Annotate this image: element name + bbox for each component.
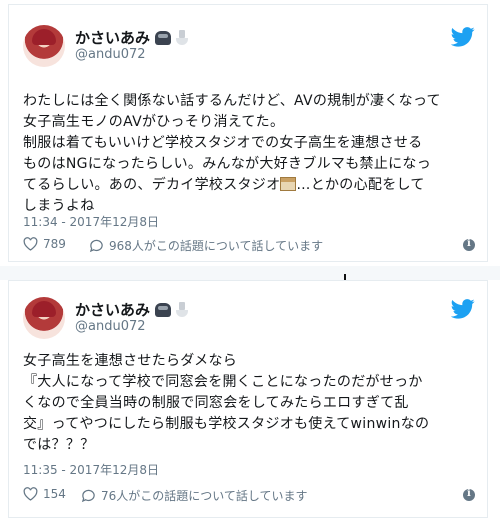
twitter-bird-icon[interactable] [451,27,475,47]
tweet-header: かさいあみ @andu072 [23,297,475,347]
timestamp[interactable]: 11:35 - 2017年12月8日 [23,461,159,478]
user-handle[interactable]: @andu072 [75,47,146,62]
like-count: 789 [43,237,66,251]
reply-link[interactable]: 968人がこの話題について話しています [89,237,323,254]
like-button[interactable]: 154 [23,487,66,501]
school-building-icon [280,177,297,191]
display-name[interactable]: かさいあみ [75,27,150,48]
tweet-divider [0,266,500,280]
car-icon [155,30,172,45]
twitter-bird-icon[interactable] [451,299,475,319]
car-icon [155,302,172,317]
avatar[interactable] [23,297,65,339]
user-handle[interactable]: @andu072 [75,319,146,334]
reply-bubble-icon [81,489,95,502]
conversation-text: 76人がこの話題について話しています [101,489,308,503]
toilet-icon [176,29,189,46]
like-count: 154 [43,487,66,501]
name-row: かさいあみ [75,299,189,320]
conversation-text: 968人がこの話題について話しています [109,239,324,253]
tweet-text: 女子高生を連想させたらダメなら 『大人になって学校で同窓会を開くことになったのだ… [23,353,430,453]
reply-bubble-icon [89,239,103,252]
reply-link[interactable]: 76人がこの話題について話しています [81,487,308,504]
name-row: かさいあみ [75,27,189,48]
heart-icon [23,237,38,251]
like-button[interactable]: 789 [23,237,66,251]
toilet-icon [176,301,189,318]
avatar[interactable] [23,25,65,67]
timestamp[interactable]: 11:34 - 2017年12月8日 [23,213,159,230]
heart-icon [23,487,38,501]
tweet-header: かさいあみ @andu072 [23,25,475,75]
display-name[interactable]: かさいあみ [75,299,150,320]
info-icon[interactable] [463,238,475,251]
tweet-card[interactable]: かさいあみ @andu072 わたしには全く関係ない話するんだけど、AVの規制が… [8,4,488,262]
tweet-card[interactable]: かさいあみ @andu072 女子高生を連想させたらダメなら 『大人になって学校… [8,280,488,518]
tweet-actions: 789 968人がこの話題について話しています [23,237,475,257]
tweet-text: わたしには全く関係ない話するんだけど、AVの規制が凄くなって 女子高生モノのAV… [23,91,478,217]
tweet-actions: 154 76人がこの話題について話しています [23,487,475,507]
info-icon[interactable] [463,488,475,501]
